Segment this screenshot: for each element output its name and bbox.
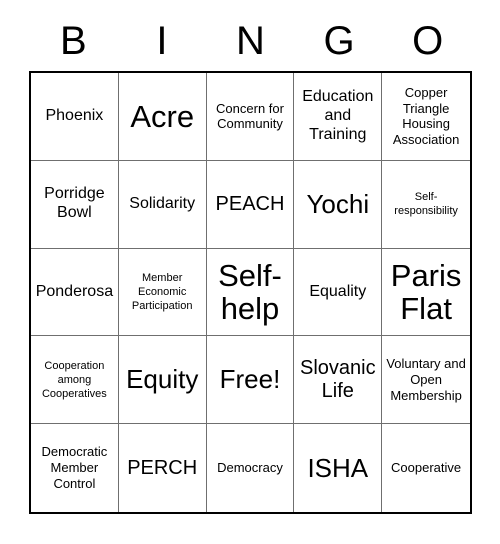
bingo-cell-label: Yochi xyxy=(306,188,370,219)
bingo-cell-label: Cooperation among Cooperatives xyxy=(41,359,107,400)
bingo-cell-label: Self-responsibility xyxy=(394,191,458,218)
bingo-cell-label: Porridge Bowl xyxy=(44,185,105,222)
bingo-cell-label: Member Economic Participation xyxy=(131,271,193,313)
bingo-cell[interactable]: Self-responsibility xyxy=(382,160,470,249)
bingo-cell-label: Equality xyxy=(309,282,367,300)
bingo-cell[interactable]: Cooperation among Cooperatives xyxy=(31,336,119,425)
bingo-cell[interactable]: PERCH xyxy=(118,424,207,512)
bingo-cell-label: Equity xyxy=(126,364,199,395)
bingo-cell[interactable]: Phoenix xyxy=(31,73,119,161)
bingo-cell[interactable]: Equality xyxy=(294,248,383,337)
bingo-cell[interactable]: Cooperative xyxy=(382,424,470,512)
bingo-cell-label: Democracy xyxy=(217,460,283,476)
bingo-cell[interactable]: Equity xyxy=(118,336,207,425)
bingo-cell[interactable]: Democracy xyxy=(206,424,295,512)
bingo-cell[interactable]: Democratic Member Control xyxy=(31,424,119,512)
bingo-cell-label: PEACH xyxy=(215,192,285,215)
bingo-cell-label: Self-help xyxy=(218,257,282,326)
bingo-cell-label: Democratic Member Control xyxy=(41,444,108,492)
header-letter-i: I xyxy=(156,19,168,63)
bingo-cell[interactable]: Education and Training xyxy=(294,73,383,161)
bingo-cell-label: Ponderosa xyxy=(35,282,114,300)
bingo-cell-label: Voluntary and Open Membership xyxy=(386,356,466,403)
bingo-card: B I N G O Phoenix Acre Concern for Commu… xyxy=(0,0,500,544)
bingo-cell[interactable]: Paris Flat xyxy=(382,248,470,337)
bingo-cell-label: Paris Flat xyxy=(390,257,462,326)
bingo-cell[interactable]: ISHA xyxy=(294,424,383,512)
bingo-cell-label: PERCH xyxy=(127,456,198,479)
bingo-cell-label: Concern for Community xyxy=(216,100,284,132)
bingo-cell-label: Copper Triangle Housing Association xyxy=(392,84,460,148)
bingo-cell[interactable]: Ponderosa xyxy=(31,248,119,337)
bingo-cell[interactable]: Porridge Bowl xyxy=(31,160,119,249)
bingo-cell[interactable]: Slovanic Life xyxy=(294,336,383,425)
bingo-header-row: B I N G O xyxy=(29,12,472,70)
bingo-cell-label: ISHA xyxy=(307,452,369,483)
bingo-cell[interactable]: Acre xyxy=(118,73,207,161)
bingo-cell[interactable]: PEACH xyxy=(206,160,295,249)
bingo-cell-free[interactable]: Free! xyxy=(206,336,295,425)
bingo-cell[interactable]: Member Economic Participation xyxy=(118,248,207,337)
bingo-cell-label: Free! xyxy=(219,364,281,395)
bingo-cell[interactable]: Self-help xyxy=(206,248,295,337)
header-letter-o: O xyxy=(412,19,444,63)
header-letter-b: B xyxy=(59,19,87,63)
bingo-grid: Phoenix Acre Concern for Community Educa… xyxy=(29,71,472,514)
header-letter-n: N xyxy=(236,19,265,63)
bingo-cell-label: Acre xyxy=(130,98,195,134)
bingo-cell[interactable]: Yochi xyxy=(294,160,383,249)
bingo-cell[interactable]: Solidarity xyxy=(118,160,207,249)
bingo-cell-label: Slovanic Life xyxy=(299,356,376,402)
bingo-cell-label: Cooperative xyxy=(391,460,462,476)
bingo-cell[interactable]: Voluntary and Open Membership xyxy=(382,336,470,425)
bingo-cell-label: Education and Training xyxy=(302,88,374,143)
bingo-cell[interactable]: Copper Triangle Housing Association xyxy=(382,73,470,161)
bingo-cell-label: Solidarity xyxy=(129,194,196,212)
header-letter-g: G xyxy=(323,19,355,63)
bingo-cell-label: Phoenix xyxy=(45,106,104,124)
bingo-cell[interactable]: Concern for Community xyxy=(206,73,295,161)
